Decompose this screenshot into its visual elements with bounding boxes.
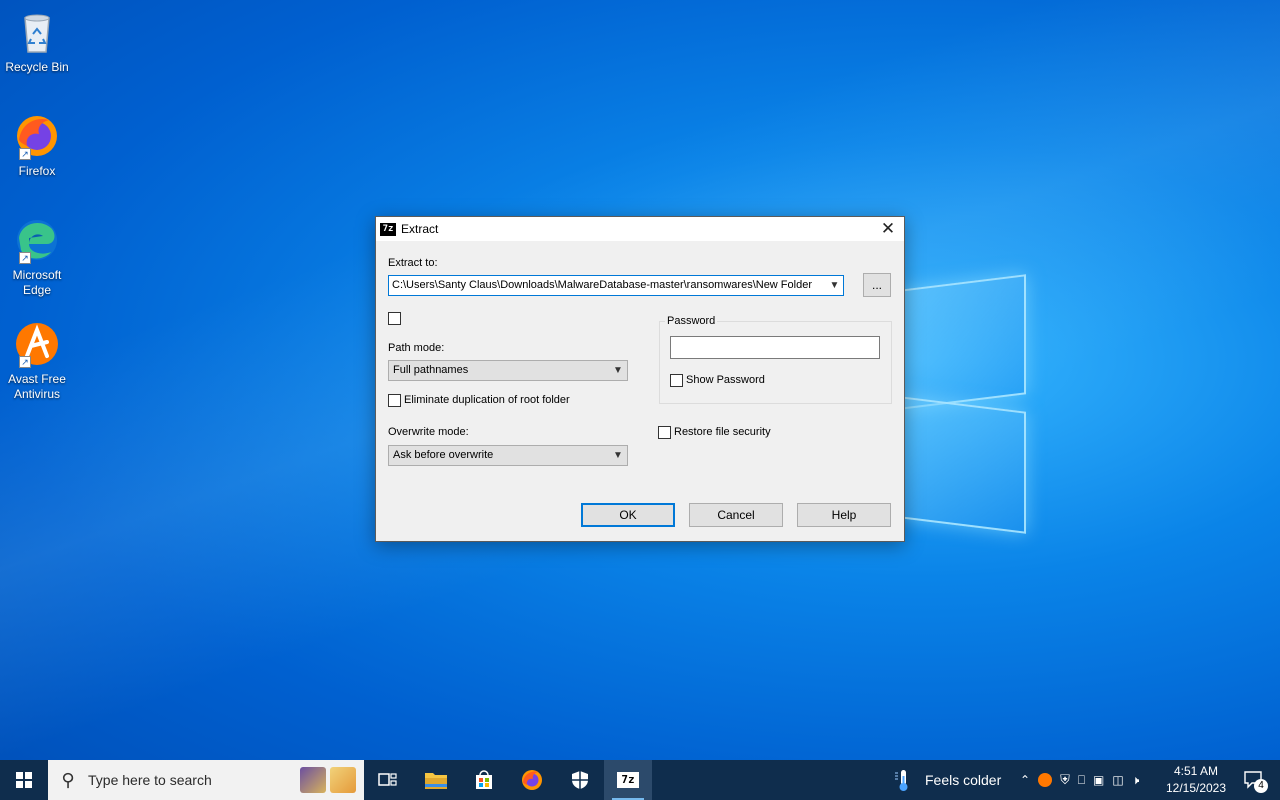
taskbar-clock[interactable]: 4:51 AM 12/15/2023 xyxy=(1160,763,1232,797)
shield-icon xyxy=(572,771,588,789)
desktop-icon-label: Microsoft Edge xyxy=(12,268,62,297)
overwrite-mode-select[interactable]: Ask before overwrite ▼ xyxy=(388,445,628,466)
password-group xyxy=(659,321,892,404)
windows-logo-icon xyxy=(16,772,32,788)
start-button[interactable] xyxy=(0,760,48,800)
taskbar-search-box[interactable]: ⚲ Type here to search xyxy=(48,760,364,800)
security-tray-icon[interactable]: ⛨ xyxy=(1060,772,1070,788)
dialog-title: Extract xyxy=(401,222,439,236)
desktop-icon-firefox[interactable]: ↗ Firefox xyxy=(4,112,70,179)
system-tray: ⌃ ⛨ ⎕ ▣ ◫ 🕨 xyxy=(1020,760,1139,800)
windows-security-button[interactable] xyxy=(556,760,604,800)
password-input[interactable] xyxy=(670,336,880,359)
thermometer-icon xyxy=(895,770,908,791)
7zip-taskbar-button[interactable]: 7z xyxy=(604,760,652,800)
dialog-titlebar[interactable]: 7z Extract ✕ xyxy=(376,217,904,241)
chevron-down-icon[interactable]: ▼ xyxy=(826,276,843,295)
recycle-bin-icon xyxy=(13,8,61,56)
help-button[interactable]: Help xyxy=(797,503,891,527)
overwrite-mode-value: Ask before overwrite xyxy=(393,449,494,461)
show-password-checkbox[interactable] xyxy=(670,374,683,387)
action-center-button[interactable]: 4 xyxy=(1236,760,1272,800)
extract-to-label: Extract to: xyxy=(388,257,438,269)
chevron-down-icon: ▼ xyxy=(613,365,623,376)
chevron-up-icon[interactable]: ⌃ xyxy=(1020,773,1030,787)
edge-icon: ↗ xyxy=(13,216,61,264)
cancel-button[interactable]: Cancel xyxy=(689,503,783,527)
desktop-icon-recycle-bin[interactable]: Recycle Bin xyxy=(4,8,70,75)
desktop-icon-avast[interactable]: ↗ Avast Free Antivirus xyxy=(4,320,70,402)
extract-path-combobox[interactable]: C:\Users\Santy Claus\Downloads\MalwareDa… xyxy=(388,275,844,296)
desktop-icon-label: Avast Free Antivirus xyxy=(8,372,66,401)
volume-muted-icon[interactable]: 🕨 xyxy=(1132,773,1140,788)
taskbar: ⚲ Type here to search 7z Feels colder ⌃ … xyxy=(0,760,1280,800)
7zip-app-icon: 7z xyxy=(380,222,396,236)
desktop-icon-label: Recycle Bin xyxy=(5,60,69,74)
browse-button[interactable]: ... xyxy=(863,273,891,297)
desktop-icon-edge[interactable]: ↗ Microsoft Edge xyxy=(4,216,70,298)
search-icon: ⚲ xyxy=(61,769,75,790)
task-view-button[interactable] xyxy=(364,760,412,800)
usb-device-icon[interactable]: ⎕ xyxy=(1078,773,1085,788)
restore-file-security-label[interactable]: Restore file security xyxy=(674,426,771,438)
network-icon[interactable]: ◫ xyxy=(1112,773,1123,787)
extract-dialog: 7z Extract ✕ Extract to: C:\Users\Santy … xyxy=(375,216,905,542)
ok-button[interactable]: OK xyxy=(581,503,675,527)
meet-now-icon[interactable]: ▣ xyxy=(1093,773,1104,787)
7zip-icon: 7z xyxy=(617,772,639,788)
eliminate-duplication-checkbox[interactable] xyxy=(388,394,401,407)
avast-icon: ↗ xyxy=(13,320,61,368)
unlabeled-checkbox[interactable] xyxy=(388,312,401,325)
weather-text: Feels colder xyxy=(925,772,1002,788)
password-group-label: Password xyxy=(665,315,718,327)
eliminate-duplication-label[interactable]: Eliminate duplication of root folder xyxy=(404,394,570,406)
folder-icon xyxy=(425,773,447,789)
clock-date: 12/15/2023 xyxy=(1165,781,1227,795)
clock-time: 4:51 AM xyxy=(1173,764,1219,778)
avast-tray-icon[interactable] xyxy=(1038,773,1053,787)
firefox-icon xyxy=(522,770,542,790)
path-mode-select[interactable]: Full pathnames ▼ xyxy=(388,360,628,381)
overwrite-mode-label: Overwrite mode: xyxy=(388,426,469,438)
extract-path-value: C:\Users\Santy Claus\Downloads\MalwareDa… xyxy=(392,279,812,291)
desktop-icon-label: Firefox xyxy=(18,164,56,178)
restore-file-security-checkbox[interactable] xyxy=(658,426,671,439)
firefox-icon: ↗ xyxy=(13,112,61,160)
path-mode-value: Full pathnames xyxy=(393,364,469,376)
chevron-down-icon: ▼ xyxy=(613,450,623,461)
show-password-label[interactable]: Show Password xyxy=(686,374,765,386)
store-icon xyxy=(476,770,492,789)
task-view-icon xyxy=(378,773,397,786)
notification-count-badge: 4 xyxy=(1254,779,1268,793)
path-mode-label: Path mode: xyxy=(388,342,445,354)
weather-widget[interactable]: Feels colder xyxy=(893,760,1001,800)
search-highlight-illustration xyxy=(300,767,356,793)
firefox-taskbar-button[interactable] xyxy=(508,760,556,800)
close-icon[interactable]: ✕ xyxy=(872,217,904,241)
file-explorer-button[interactable] xyxy=(412,760,460,800)
microsoft-store-button[interactable] xyxy=(460,760,508,800)
search-placeholder: Type here to search xyxy=(88,772,212,788)
